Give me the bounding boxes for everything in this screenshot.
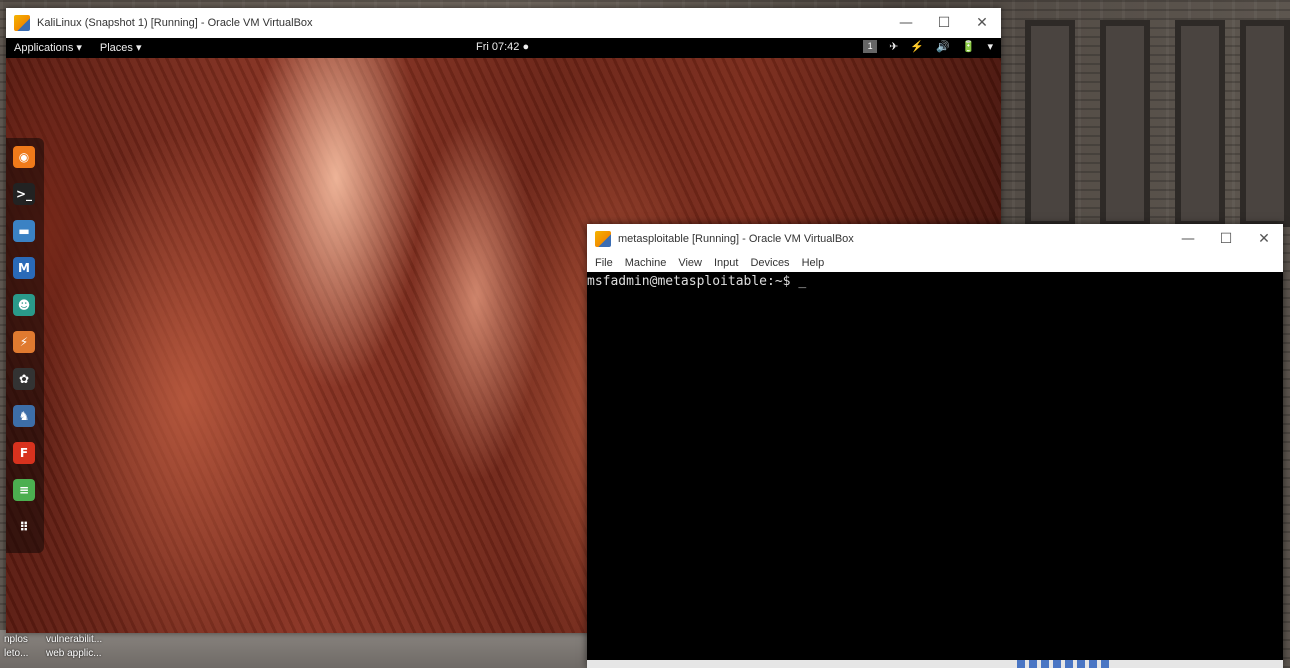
kali-window-title: KaliLinux (Snapshot 1) [Running] - Oracl… bbox=[37, 17, 313, 29]
gnome-top-bar: Applications ▾ Places ▾ Fri 07:42 ● 1 ✈ … bbox=[6, 38, 1001, 58]
battery-icon[interactable]: 🔋 bbox=[962, 40, 976, 53]
msf-window-titlebar[interactable]: metasploitable [Running] - Oracle VM Vir… bbox=[587, 224, 1283, 254]
minimize-button[interactable]: — bbox=[887, 8, 925, 38]
workspace-indicator[interactable]: 1 bbox=[863, 40, 878, 53]
menu-help[interactable]: Help bbox=[802, 257, 825, 269]
menu-file[interactable]: File bbox=[595, 257, 613, 269]
terminal-icon[interactable]: >_ bbox=[13, 183, 35, 205]
network-status-icon[interactable] bbox=[1053, 660, 1061, 668]
msf-console[interactable]: msfadmin@metasploitable:~$ _ bbox=[587, 272, 1283, 660]
tray-icon[interactable]: ⚡ bbox=[910, 40, 924, 53]
dock: ◉ >_ ▬ M ☻ ⚡ ✿ ♞ F ≡ ⠿ bbox=[6, 138, 44, 553]
maximize-button[interactable]: ☐ bbox=[925, 8, 963, 38]
menu-input[interactable]: Input bbox=[714, 257, 738, 269]
applications-menu[interactable]: Applications ▾ bbox=[14, 41, 82, 54]
virtualbox-icon bbox=[14, 15, 30, 31]
capture-status-icon[interactable] bbox=[1089, 660, 1097, 668]
menu-view[interactable]: View bbox=[678, 257, 702, 269]
menu-devices[interactable]: Devices bbox=[750, 257, 789, 269]
building-window bbox=[1100, 20, 1150, 227]
faraday-icon[interactable]: F bbox=[13, 442, 35, 464]
system-menu-chevron-icon[interactable]: ▾ bbox=[987, 40, 993, 53]
volume-icon[interactable]: 🔊 bbox=[936, 40, 950, 53]
maximize-button[interactable]: ☐ bbox=[1207, 224, 1245, 254]
tray-icon[interactable]: ✈ bbox=[889, 40, 898, 53]
files-icon[interactable]: ▬ bbox=[13, 220, 35, 242]
notes-icon[interactable]: ≡ bbox=[13, 479, 35, 501]
clock[interactable]: Fri 07:42 ● bbox=[476, 41, 529, 53]
close-button[interactable]: ✕ bbox=[1245, 224, 1283, 254]
desktop-shortcut-label[interactable]: vulnerabilit... bbox=[46, 634, 102, 645]
desktop-shortcut-label[interactable]: web applic... bbox=[46, 648, 102, 659]
building-window bbox=[1175, 20, 1225, 227]
menu-machine[interactable]: Machine bbox=[625, 257, 667, 269]
metasploitable-vbox-window[interactable]: metasploitable [Running] - Oracle VM Vir… bbox=[587, 224, 1283, 668]
cpu-status-icon[interactable] bbox=[1101, 660, 1109, 668]
virtualbox-icon bbox=[595, 231, 611, 247]
close-button[interactable]: ✕ bbox=[963, 8, 1001, 38]
msf-menubar: File Machine View Input Devices Help bbox=[587, 254, 1283, 272]
desktop-shortcut-label[interactable]: leto... bbox=[4, 648, 28, 659]
beef-icon[interactable]: ♞ bbox=[13, 405, 35, 427]
usb-status-icon[interactable] bbox=[1041, 660, 1049, 668]
shell-prompt: msfadmin@metasploitable:~$ _ bbox=[587, 274, 807, 289]
places-menu[interactable]: Places ▾ bbox=[100, 41, 142, 54]
burpsuite-icon[interactable]: ⚡ bbox=[13, 331, 35, 353]
msf-window-title: metasploitable [Running] - Oracle VM Vir… bbox=[618, 233, 854, 245]
cd-status-icon[interactable] bbox=[1029, 660, 1037, 668]
building-window bbox=[1025, 20, 1075, 227]
metasploit-icon[interactable]: M bbox=[13, 257, 35, 279]
desktop-shortcut-label[interactable]: nplos bbox=[4, 634, 28, 645]
firefox-icon[interactable]: ◉ bbox=[13, 146, 35, 168]
minimize-button[interactable]: — bbox=[1169, 224, 1207, 254]
building-window bbox=[1240, 20, 1290, 227]
show-apps-icon[interactable]: ⠿ bbox=[13, 516, 35, 538]
display-status-icon[interactable] bbox=[1077, 660, 1085, 668]
armitage-icon[interactable]: ☻ bbox=[13, 294, 35, 316]
msf-statusbar bbox=[587, 660, 1283, 668]
shared-folder-status-icon[interactable] bbox=[1065, 660, 1073, 668]
kali-window-titlebar[interactable]: KaliLinux (Snapshot 1) [Running] - Oracl… bbox=[6, 8, 1001, 38]
maltego-icon[interactable]: ✿ bbox=[13, 368, 35, 390]
hdd-status-icon[interactable] bbox=[1017, 660, 1025, 668]
